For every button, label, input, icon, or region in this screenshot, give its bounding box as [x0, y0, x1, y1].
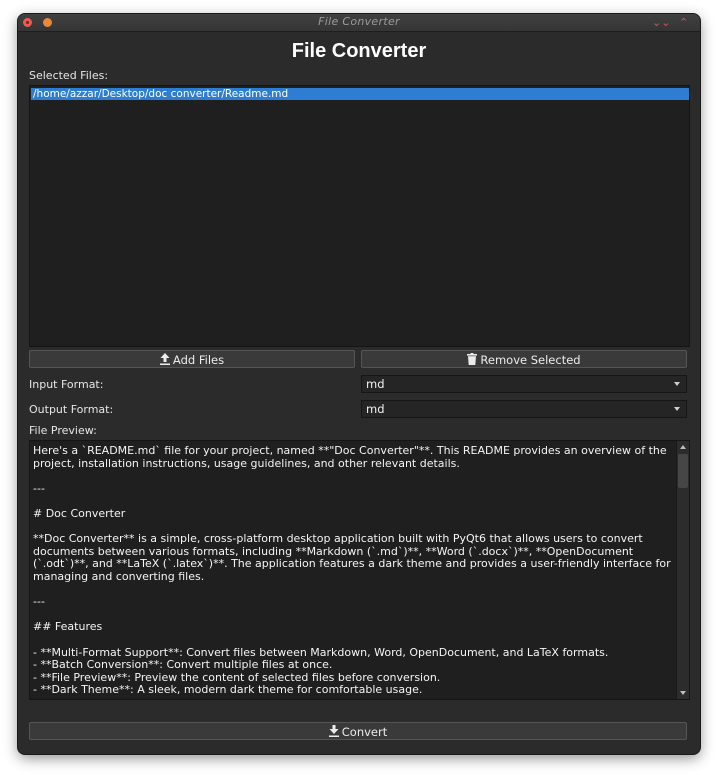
chevron-down-icon: [674, 382, 680, 386]
upload-icon: [159, 352, 170, 370]
file-preview-text-area[interactable]: Here's a `README.md` file for your proje…: [29, 440, 690, 700]
file-preview-label: File Preview:: [29, 424, 97, 437]
selected-files-label: Selected Files:: [29, 69, 109, 82]
output-format-select[interactable]: md: [361, 400, 687, 418]
scrollbar-thumb[interactable]: [678, 454, 688, 488]
file-list-item[interactable]: /home/azzar/Desktop/doc converter/Readme…: [31, 88, 689, 100]
input-format-value: md: [366, 377, 385, 391]
window-title: File Converter: [318, 15, 400, 28]
convert-button[interactable]: Convert: [29, 722, 687, 740]
scroll-up-icon[interactable]: [680, 445, 686, 449]
chevron-down-icon: [674, 407, 680, 411]
title-bar: File Converter ⌄⌄ ⌃: [18, 14, 700, 32]
maximize-icon[interactable]: ⌃: [679, 14, 688, 31]
add-files-label: Add Files: [172, 353, 225, 367]
file-list[interactable]: /home/azzar/Desktop/doc converter/Readme…: [29, 85, 690, 347]
page-title: File Converter: [291, 40, 427, 62]
file-preview-content: Here's a `README.md` file for your proje…: [33, 444, 671, 697]
remove-selected-button[interactable]: Remove Selected: [361, 350, 687, 368]
scroll-down-icon[interactable]: [680, 691, 686, 695]
remove-selected-label: Remove Selected: [480, 353, 581, 367]
app-window: File Converter ⌄⌄ ⌃ File Converter Selec…: [18, 14, 700, 754]
input-format-label: Input Format:: [29, 378, 104, 391]
input-format-select[interactable]: md: [361, 375, 687, 393]
preview-scrollbar[interactable]: [676, 441, 689, 699]
shade-down-icon[interactable]: ⌄⌄: [652, 14, 670, 31]
add-files-button[interactable]: Add Files: [29, 350, 355, 368]
convert-label: Convert: [341, 725, 388, 739]
download-icon: [328, 724, 339, 742]
output-format-label: Output Format:: [29, 403, 114, 416]
trash-icon: [467, 352, 478, 370]
output-format-value: md: [366, 402, 385, 416]
